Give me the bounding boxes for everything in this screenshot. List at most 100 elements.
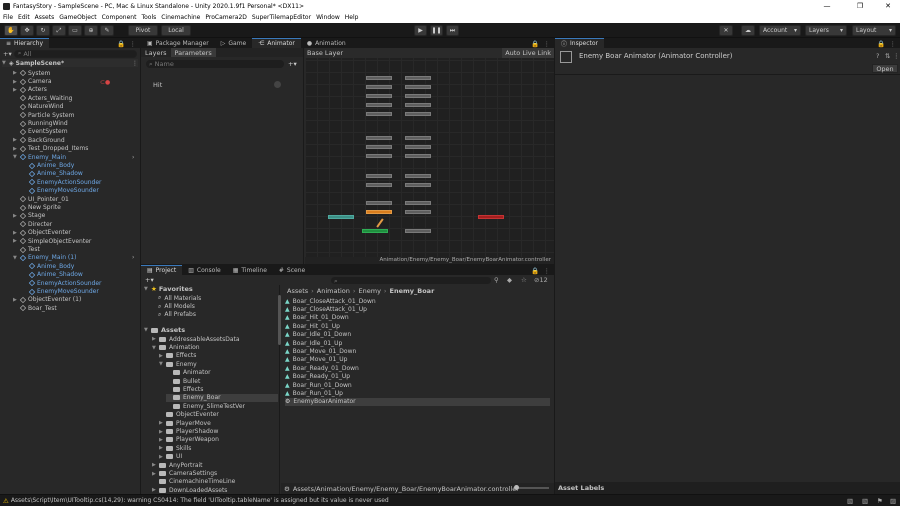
state-node[interactable] [405, 103, 431, 107]
kebab-menu-icon[interactable]: ⋮ [890, 40, 897, 48]
asset-file[interactable]: ▲ Boar_Ready_01_Up [285, 373, 350, 381]
lock-icon[interactable]: 🔒 [117, 40, 125, 48]
kebab-menu-icon[interactable]: ⋮ [544, 267, 551, 275]
asset-file[interactable]: ▲ Boar_Move_01_Up [285, 356, 347, 364]
menu-edit[interactable]: Edit [18, 14, 30, 21]
play-button[interactable]: ▶ [414, 25, 427, 36]
asset-file[interactable]: ▲ Boar_Idle_01_Down [285, 331, 351, 339]
menu-window[interactable]: Window [316, 14, 340, 21]
add-parameter-icon[interactable]: +▾ [288, 60, 297, 68]
asset-file[interactable]: ▲ Boar_Move_01_Down [285, 347, 356, 355]
project-folder[interactable]: Animator [166, 369, 211, 377]
asset-labels-header[interactable]: Asset Labels [555, 482, 900, 494]
hierarchy-item[interactable]: EnemyActionSounder [22, 279, 102, 287]
layers-dropdown[interactable]: Layers ▾ [805, 25, 847, 36]
open-button[interactable]: Open [872, 64, 898, 73]
lock-icon[interactable]: 🔒 [531, 40, 539, 48]
settings-icon[interactable]: ⇅ [885, 52, 890, 60]
chevron-down-icon[interactable]: ▼ [144, 286, 151, 292]
help-icon[interactable]: ? [876, 52, 879, 60]
hierarchy-item[interactable]: ▶ Acters [13, 86, 47, 94]
state-node[interactable] [405, 112, 431, 116]
state-node[interactable] [405, 174, 431, 178]
collab-icon[interactable]: ✕ [719, 25, 733, 36]
tab-animator[interactable]: ⋲ Animator [252, 38, 301, 48]
hierarchy-item[interactable]: Directer [13, 220, 52, 228]
favorite-star-icon[interactable]: ☆ [521, 276, 527, 284]
chevron-right-icon[interactable]: › [132, 154, 134, 161]
tab-console[interactable]: ▥ Console [182, 265, 227, 275]
state-node[interactable] [405, 210, 431, 214]
state-node[interactable] [405, 94, 431, 98]
chevron-right-icon[interactable]: ▶ [13, 137, 20, 143]
slider-thumb[interactable] [514, 485, 519, 490]
menu-procamera2d[interactable]: ProCamera2D [205, 14, 247, 21]
project-folder[interactable]: ▼ Enemy [159, 360, 197, 368]
hierarchy-item[interactable]: Anime_Body [22, 262, 74, 270]
subtab-parameters[interactable]: Parameters [170, 48, 216, 57]
state-node[interactable] [405, 154, 431, 158]
chevron-down-icon[interactable]: ▼ [13, 154, 20, 160]
hierarchy-item[interactable]: EnemyMoveSounder [22, 187, 99, 195]
menu-supertilemapeditor[interactable]: SuperTilemapEditor [252, 14, 311, 21]
tab-package-manager[interactable]: ▣ Package Manager [141, 38, 215, 48]
project-folder[interactable]: ▶ PlayerShadow [159, 427, 218, 435]
state-node[interactable] [405, 183, 431, 187]
state-node[interactable] [366, 94, 392, 98]
chevron-right-icon[interactable]: ▶ [159, 429, 166, 435]
hierarchy-item[interactable]: UI_Pointer_01 [13, 195, 69, 203]
param-hit-trigger[interactable] [274, 81, 281, 88]
state-node[interactable] [366, 183, 392, 187]
project-folder[interactable]: ObjectEventer [159, 411, 219, 419]
project-folder[interactable]: Effects [166, 385, 203, 393]
chevron-right-icon[interactable]: ▶ [159, 454, 166, 460]
tab-project[interactable]: ▤ Project [141, 265, 183, 275]
chevron-right-icon[interactable]: ▶ [152, 336, 159, 342]
close-button[interactable]: ✕ [876, 0, 900, 12]
chevron-right-icon[interactable]: › [132, 254, 134, 261]
asset-file[interactable]: ▲ Boar_Idle_01_Up [285, 339, 342, 347]
state-node[interactable] [405, 145, 431, 149]
tab-scene[interactable]: # Scene [273, 265, 311, 275]
chevron-right-icon[interactable]: ▶ [159, 353, 166, 359]
tab-timeline[interactable]: ▦ Timeline [227, 265, 273, 275]
state-node[interactable] [366, 136, 392, 140]
search-by-type-icon[interactable]: ⚲ [494, 276, 499, 284]
param-search-input[interactable]: ⌕ Name [146, 60, 284, 68]
chevron-right-icon[interactable]: ▶ [13, 238, 20, 244]
project-folder[interactable]: ▶ AnyPortrait [152, 461, 203, 469]
pivot-toggle[interactable]: Pivot [128, 25, 158, 36]
tab-animation[interactable]: ● Animation [301, 38, 352, 48]
hierarchy-item[interactable]: EnemyMoveSounder [22, 287, 99, 295]
breadcrumb-item[interactable]: Assets [287, 287, 308, 295]
chevron-right-icon[interactable]: ▶ [159, 437, 166, 443]
chevron-right-icon[interactable]: ▶ [159, 420, 166, 426]
state-node[interactable] [405, 136, 431, 140]
project-search-input[interactable]: ⌕ [331, 276, 491, 285]
asset-file[interactable]: ⚙ EnemyBoarAnimator [285, 397, 550, 407]
project-folder[interactable]: ▼ Animation [152, 343, 200, 351]
state-node[interactable] [366, 103, 392, 107]
project-folder[interactable]: ▶ UI [159, 453, 182, 461]
lock-icon[interactable]: 🔒 [531, 267, 539, 275]
project-folder[interactable]: ▶ PlayerWeapon [159, 436, 219, 444]
project-folder[interactable]: ▶ AddressableAssetsData [152, 335, 240, 343]
chevron-right-icon[interactable]: ▶ [159, 445, 166, 451]
any-state-node[interactable] [328, 215, 354, 219]
hierarchy-item[interactable]: Anime_Shadow [22, 271, 83, 279]
breadcrumb-item[interactable]: Enemy [359, 287, 381, 295]
hierarchy-search-input[interactable]: ⌕ All [13, 49, 137, 58]
favorite-item[interactable]: ⌕ All Models [158, 302, 195, 311]
add-icon[interactable]: +▾ [3, 50, 12, 58]
hand-tool-icon[interactable]: ✋ [4, 25, 18, 36]
auto-generate-lighting-icon[interactable]: ▧ [847, 497, 853, 505]
hierarchy-item[interactable]: ▶ BackGround [13, 136, 65, 144]
step-button[interactable]: ⏭ [446, 25, 459, 36]
hierarchy-item[interactable]: Anime_Body [22, 161, 74, 169]
chevron-right-icon[interactable]: ▶ [152, 487, 159, 493]
layout-dropdown[interactable]: Layout ▾ [852, 25, 896, 36]
project-folder[interactable]: Enemy_SlimeTestVer [166, 402, 245, 410]
hierarchy-item[interactable]: Test [13, 245, 40, 253]
state-node[interactable] [366, 145, 392, 149]
hierarchy-item[interactable]: ▶ Test_Dropped_Items [13, 145, 88, 153]
